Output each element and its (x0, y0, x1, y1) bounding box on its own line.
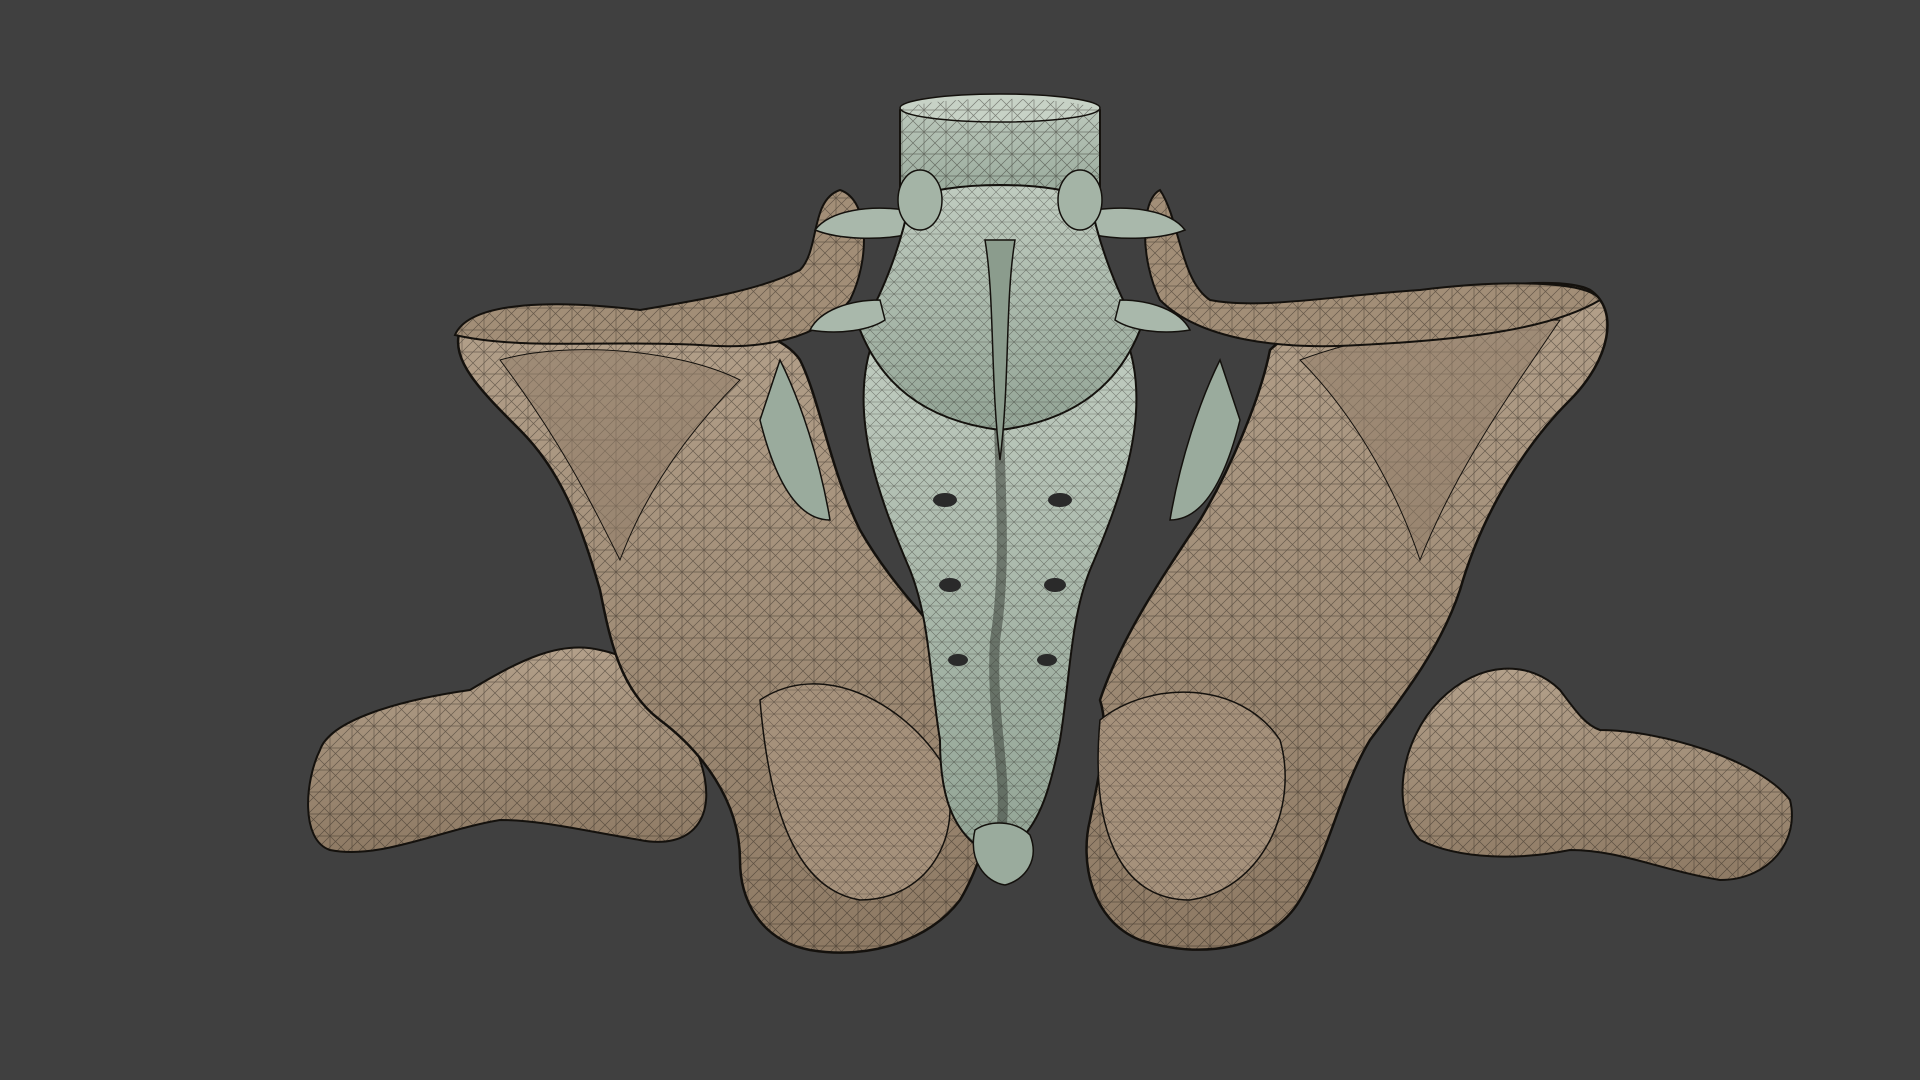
sacral-foramen (1048, 493, 1072, 507)
3d-viewport[interactable] (0, 0, 1920, 1080)
pelvis-model (307, 93, 1793, 954)
sacral-foramen (933, 493, 957, 507)
right-iliac-crest (1144, 188, 1602, 348)
coccyx[interactable] (972, 822, 1034, 886)
sacral-foramen (1044, 578, 1066, 592)
sacral-foramen (948, 654, 968, 666)
sacral-foramen (939, 578, 961, 592)
sacral-foramen (1037, 654, 1057, 666)
left-iliac-crest (453, 188, 865, 348)
right-femur[interactable] (1401, 667, 1793, 882)
